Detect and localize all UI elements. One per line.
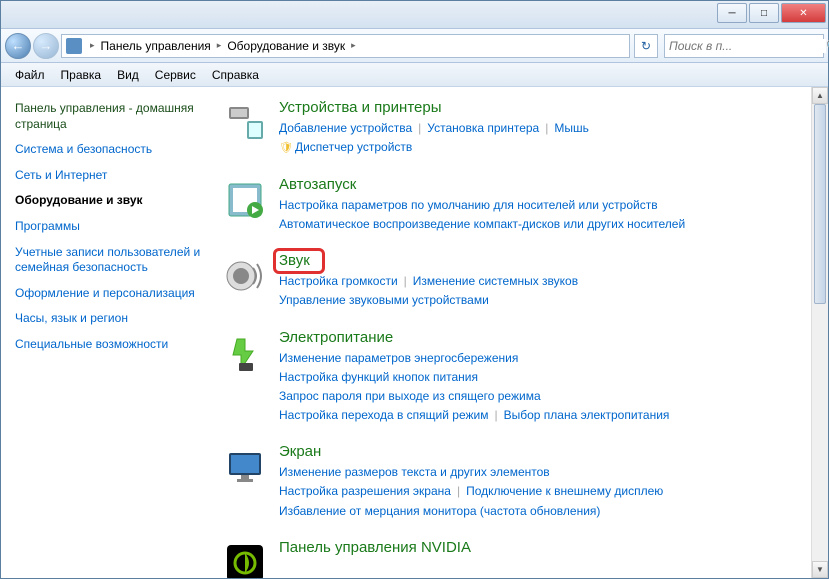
- category-link[interactable]: Настройка параметров по умолчанию для но…: [279, 198, 658, 212]
- link-separator: |: [418, 121, 421, 135]
- category-link[interactable]: Настройка функций кнопок питания: [279, 370, 478, 384]
- search-box[interactable]: 🔍: [664, 34, 824, 58]
- category: Экран Изменение размеров текста и других …: [221, 443, 820, 521]
- category-link[interactable]: Выбор плана электропитания: [504, 408, 670, 422]
- navbar: ← → ▸ Панель управления ▸ Оборудование и…: [1, 29, 828, 63]
- category-link[interactable]: Управление звуковыми устройствами: [279, 293, 489, 307]
- menu-item[interactable]: Правка: [53, 65, 110, 85]
- explorer-window: ─ □ ✕ ← → ▸ Панель управления ▸ Оборудов…: [0, 0, 829, 579]
- main-panel: Устройства и принтеры Добавление устройст…: [213, 87, 828, 578]
- power-icon: [221, 329, 269, 377]
- sidebar-item[interactable]: Сеть и Интернет: [15, 168, 205, 184]
- category-links: Добавление устройства | Установка принтера…: [279, 119, 820, 158]
- category-title[interactable]: Устройства и принтеры: [279, 99, 441, 116]
- category-link[interactable]: Изменение размеров текста и других элеме…: [279, 465, 550, 479]
- sidebar-item[interactable]: Учетные записи пользователей и семейная …: [15, 245, 205, 276]
- category-link[interactable]: Запрос пароля при выходе из спящего режи…: [279, 389, 541, 403]
- display-icon: [221, 443, 269, 491]
- category: Устройства и принтеры Добавление устройст…: [221, 99, 820, 158]
- category-title[interactable]: Автозапуск: [279, 176, 356, 193]
- breadcrumb-sep: ▸: [90, 40, 95, 51]
- sound-icon: [221, 252, 269, 300]
- breadcrumb-sep: ▸: [351, 40, 356, 51]
- category-link[interactable]: Диспетчер устройств: [295, 140, 412, 154]
- category-body: Автозапуск Настройка параметров по умолча…: [279, 176, 820, 234]
- category-links: Настройка параметров по умолчанию для но…: [279, 196, 820, 234]
- minimize-button[interactable]: ─: [717, 3, 747, 23]
- menu-item[interactable]: Сервис: [147, 65, 204, 85]
- category: Звук Настройка громкости | Изменение систем…: [221, 252, 820, 310]
- breadcrumb-sep: ▸: [217, 40, 222, 51]
- breadcrumb[interactable]: ▸ Панель управления ▸ Оборудование и зву…: [61, 34, 630, 58]
- category-links: Изменение размеров текста и других элеме…: [279, 463, 820, 521]
- scrollbar[interactable]: ▲ ▼: [811, 87, 828, 578]
- category-body: Панель управления NVIDIA: [279, 539, 820, 578]
- menu-item[interactable]: Вид: [109, 65, 147, 85]
- link-separator: |: [404, 274, 407, 288]
- category: Панель управления NVIDIA: [221, 539, 820, 578]
- category-link[interactable]: Мышь: [554, 121, 589, 135]
- category-link[interactable]: Изменение параметров энергосбережения: [279, 351, 518, 365]
- category: Электропитание Изменение параметров энерг…: [221, 329, 820, 426]
- category-link[interactable]: Автоматическое воспроизведение компакт-д…: [279, 217, 685, 231]
- category-link[interactable]: Настройка перехода в спящий режим: [279, 408, 488, 422]
- sidebar-item[interactable]: Программы: [15, 219, 205, 235]
- sidebar-item[interactable]: Специальные возможности: [15, 337, 205, 353]
- category-link[interactable]: Изменение системных звуков: [413, 274, 578, 288]
- category-body: Звук Настройка громкости | Изменение систем…: [279, 252, 820, 310]
- link-separator: |: [457, 484, 460, 498]
- forward-button[interactable]: →: [33, 33, 59, 59]
- category-links: Настройка громкости | Изменение системных …: [279, 272, 820, 310]
- category-body: Устройства и принтеры Добавление устройст…: [279, 99, 820, 158]
- category-link[interactable]: Настройка громкости: [279, 274, 398, 288]
- sidebar-item[interactable]: Часы, язык и регион: [15, 311, 205, 327]
- category-link[interactable]: Настройка разрешения экрана: [279, 484, 451, 498]
- category-link[interactable]: Добавление устройства: [279, 121, 412, 135]
- shield-icon: 🛡: [279, 142, 293, 154]
- category-title[interactable]: Электропитание: [279, 329, 393, 346]
- link-separator: |: [545, 121, 548, 135]
- refresh-button[interactable]: ↻: [634, 34, 658, 58]
- scroll-down-button[interactable]: ▼: [812, 561, 828, 578]
- sidebar-item[interactable]: Оформление и персонализация: [15, 286, 205, 302]
- category-link[interactable]: Подключение к внешнему дисплею: [466, 484, 663, 498]
- category-link[interactable]: Избавление от мерцания монитора (частота…: [279, 504, 600, 518]
- sidebar-item[interactable]: Система и безопасность: [15, 142, 205, 158]
- breadcrumb-item[interactable]: Оборудование и звук: [225, 39, 347, 53]
- menu-item[interactable]: Файл: [7, 65, 53, 85]
- breadcrumb-item[interactable]: Панель управления: [99, 39, 213, 53]
- sidebar: Панель управления - домашняя страница Сис…: [1, 87, 213, 578]
- autoplay-icon: [221, 176, 269, 224]
- category-body: Экран Изменение размеров текста и других …: [279, 443, 820, 521]
- category-title[interactable]: Экран: [279, 443, 321, 460]
- printer-icon: [221, 99, 269, 147]
- scroll-up-button[interactable]: ▲: [812, 87, 828, 104]
- sidebar-item[interactable]: Оборудование и звук: [15, 193, 205, 209]
- menubar: ФайлПравкаВидСервисСправка: [1, 63, 828, 87]
- titlebar: ─ □ ✕: [1, 1, 828, 29]
- scroll-thumb[interactable]: [814, 104, 826, 304]
- control-panel-icon: [66, 38, 82, 54]
- sidebar-item[interactable]: Панель управления - домашняя страница: [15, 101, 205, 132]
- category-title[interactable]: Панель управления NVIDIA: [279, 539, 471, 556]
- category-link[interactable]: Установка принтера: [427, 121, 539, 135]
- nvidia-icon: [221, 539, 269, 578]
- category-title[interactable]: Звук: [279, 252, 310, 269]
- category-links: Изменение параметров энергосбережения Нас…: [279, 349, 820, 426]
- menu-item[interactable]: Справка: [204, 65, 267, 85]
- link-separator: |: [494, 408, 497, 422]
- category-body: Электропитание Изменение параметров энерг…: [279, 329, 820, 426]
- content: Панель управления - домашняя страница Сис…: [1, 87, 828, 578]
- search-input[interactable]: [669, 39, 826, 53]
- close-button[interactable]: ✕: [781, 3, 826, 23]
- category: Автозапуск Настройка параметров по умолча…: [221, 176, 820, 234]
- back-button[interactable]: ←: [5, 33, 31, 59]
- maximize-button[interactable]: □: [749, 3, 779, 23]
